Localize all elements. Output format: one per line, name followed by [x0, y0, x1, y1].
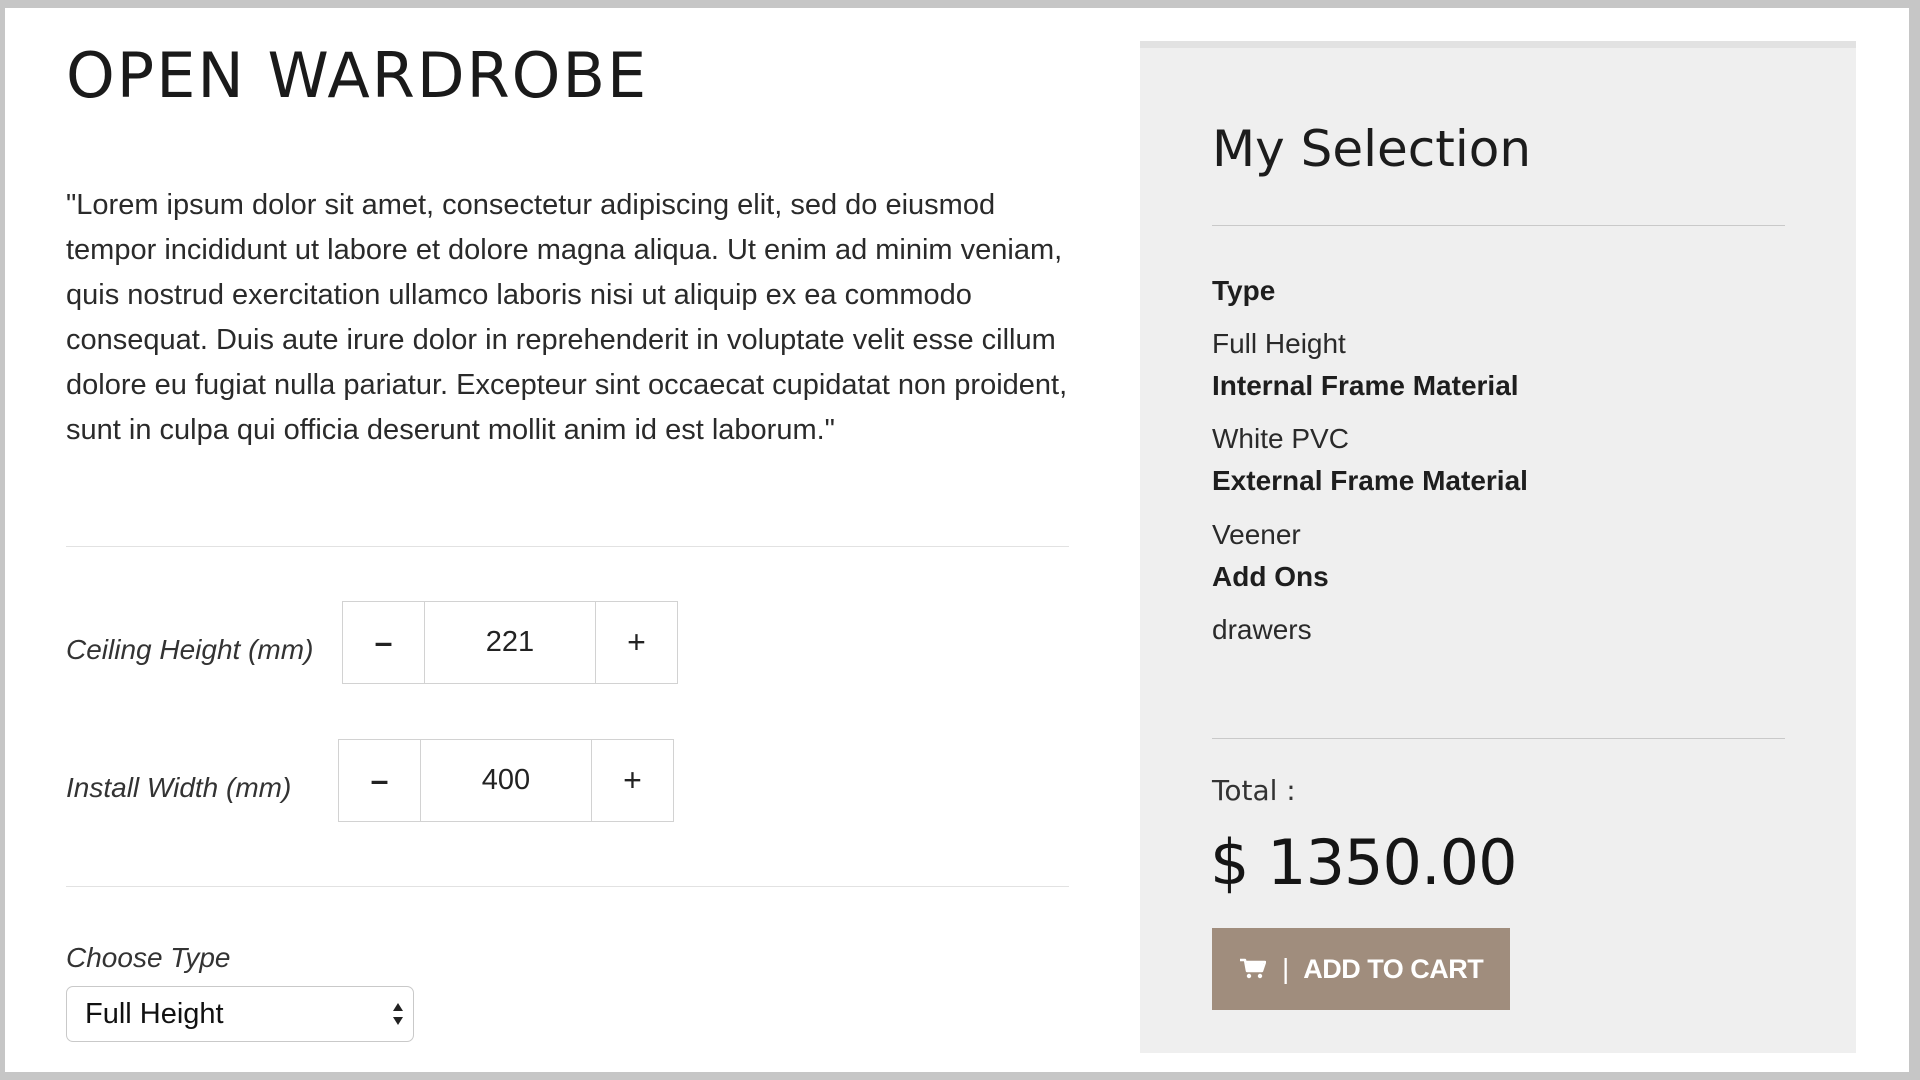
- divider: [66, 886, 1069, 887]
- spec-add-ons-label: Add Ons: [1212, 561, 1329, 592]
- spec-external-frame-label: External Frame Material: [1212, 465, 1528, 496]
- selection-title: My Selection: [1212, 120, 1532, 178]
- type-select-value: Full Height: [85, 997, 224, 1030]
- cart-button-separator: |: [1282, 953, 1290, 984]
- ceiling-height-stepper: – 221 +: [342, 601, 678, 684]
- spec-type-value: Full Height: [1212, 328, 1346, 359]
- spec-external-frame-value: Veener: [1212, 519, 1301, 550]
- total-label: Total :: [1212, 774, 1296, 807]
- type-select[interactable]: Full Height: [66, 986, 414, 1042]
- install-width-label: Install Width (mm): [66, 772, 292, 803]
- install-width-increment-button[interactable]: +: [591, 740, 673, 821]
- page-frame: OPEN WARDROBE "Lorem ipsum dolor sit ame…: [5, 8, 1909, 1072]
- panel-divider: [1212, 738, 1785, 739]
- spec-internal-frame-value: White PVC: [1212, 423, 1349, 454]
- select-arrows-icon: [393, 1003, 403, 1025]
- divider: [66, 546, 1069, 547]
- choose-type-label: Choose Type: [66, 942, 231, 973]
- spec-internal-frame-label: Internal Frame Material: [1212, 370, 1519, 401]
- spec-add-ons-value: drawers: [1212, 614, 1312, 645]
- panel-divider: [1212, 225, 1785, 226]
- selection-panel: My Selection Type Full Height Internal F…: [1140, 41, 1856, 1053]
- ceiling-height-increment-button[interactable]: +: [595, 602, 677, 683]
- product-description: "Lorem ipsum dolor sit amet, consectetur…: [66, 189, 1068, 446]
- product-title: OPEN WARDROBE: [66, 39, 649, 112]
- total-price: $ 1350.00: [1210, 826, 1518, 899]
- spec-type-label: Type: [1212, 275, 1276, 306]
- cart-icon: [1240, 958, 1266, 979]
- install-width-stepper: – 400 +: [338, 739, 674, 822]
- add-to-cart-label: ADD TO CART: [1303, 953, 1484, 984]
- add-to-cart-button[interactable]: | ADD TO CART: [1212, 928, 1510, 1010]
- install-width-value[interactable]: 400: [421, 740, 591, 821]
- ceiling-height-decrement-button[interactable]: –: [343, 602, 425, 683]
- ceiling-height-value[interactable]: 221: [425, 602, 595, 683]
- ceiling-height-label: Ceiling Height (mm): [66, 634, 314, 665]
- install-width-decrement-button[interactable]: –: [339, 740, 421, 821]
